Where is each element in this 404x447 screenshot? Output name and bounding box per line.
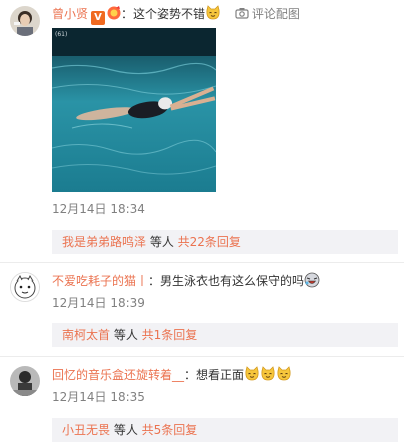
reply-middle: 等人 [110, 423, 142, 437]
cat-emoji-icon [260, 366, 276, 382]
reply-middle: 等人 [146, 235, 178, 249]
comment-photo[interactable]: (61) [52, 28, 216, 192]
reply-count-link[interactable]: 共5条回复 [142, 423, 198, 437]
avatar-comment-3[interactable] [10, 366, 40, 396]
verified-badge-icon: V [91, 11, 106, 25]
cat-emoji-icon [205, 5, 221, 21]
comment-1-photo-link-label: 评论配图 [251, 7, 300, 21]
comment-1-separator: ： [121, 7, 134, 21]
svg-text:(61): (61) [55, 31, 67, 38]
comment-1-photo-link[interactable]: 评论配图 [235, 7, 300, 21]
reply-author[interactable]: 南柯太首 [62, 328, 110, 342]
comment-divider [0, 356, 404, 357]
camera-icon [235, 7, 249, 19]
comment-2-username[interactable]: 不爱吃耗子的猫丨 [52, 274, 148, 288]
cat-emoji-icon [276, 366, 292, 382]
comment-2-header: 不爱吃耗子的猫丨：男生泳衣也有这么保守的吗 [52, 272, 320, 289]
comment-3-header: 回忆的音乐盒还旋转着__：想看正面 [52, 366, 292, 383]
comment-2-text: 男生泳衣也有这么保守的吗 [160, 274, 305, 288]
comment-3-separator: ： [184, 368, 197, 382]
comment-3-username[interactable]: 回忆的音乐盒还旋转着__ [52, 368, 184, 382]
comment-2-separator: ： [148, 274, 161, 288]
reply-count-link[interactable]: 共1条回复 [142, 328, 198, 342]
avatar-comment-1[interactable] [10, 6, 40, 36]
cat-emoji-icon [244, 366, 260, 382]
comment-2-time: 12月14日 18:39 [52, 296, 145, 310]
comment-1-time: 12月14日 18:34 [52, 202, 145, 216]
comment-3-time: 12月14日 18:35 [52, 390, 145, 404]
comment-1-header: 曾小贤 V ：这个姿势不错 评论配图 [52, 5, 300, 25]
laughing-face-icon [304, 272, 320, 288]
reply-author[interactable]: 我是弟弟路鸣泽 [62, 235, 146, 249]
reply-middle: 等人 [110, 328, 142, 342]
comment-2-replies[interactable]: 南柯太首 等人 共1条回复 [52, 323, 398, 347]
comment-1-replies[interactable]: 我是弟弟路鸣泽 等人 共22条回复 [52, 230, 398, 254]
reply-author[interactable]: 小丑无畏 [62, 423, 110, 437]
avatar-comment-2[interactable] [10, 272, 40, 302]
comment-1-text: 这个姿势不错 [133, 7, 206, 21]
medal-icon [107, 6, 121, 20]
comment-3-text: 想看正面 [196, 368, 245, 382]
comment-3-replies[interactable]: 小丑无畏 等人 共5条回复 [52, 418, 398, 442]
comment-1-username[interactable]: 曾小贤 [52, 7, 88, 21]
comment-divider [0, 262, 404, 263]
reply-count-link[interactable]: 共22条回复 [178, 235, 241, 249]
